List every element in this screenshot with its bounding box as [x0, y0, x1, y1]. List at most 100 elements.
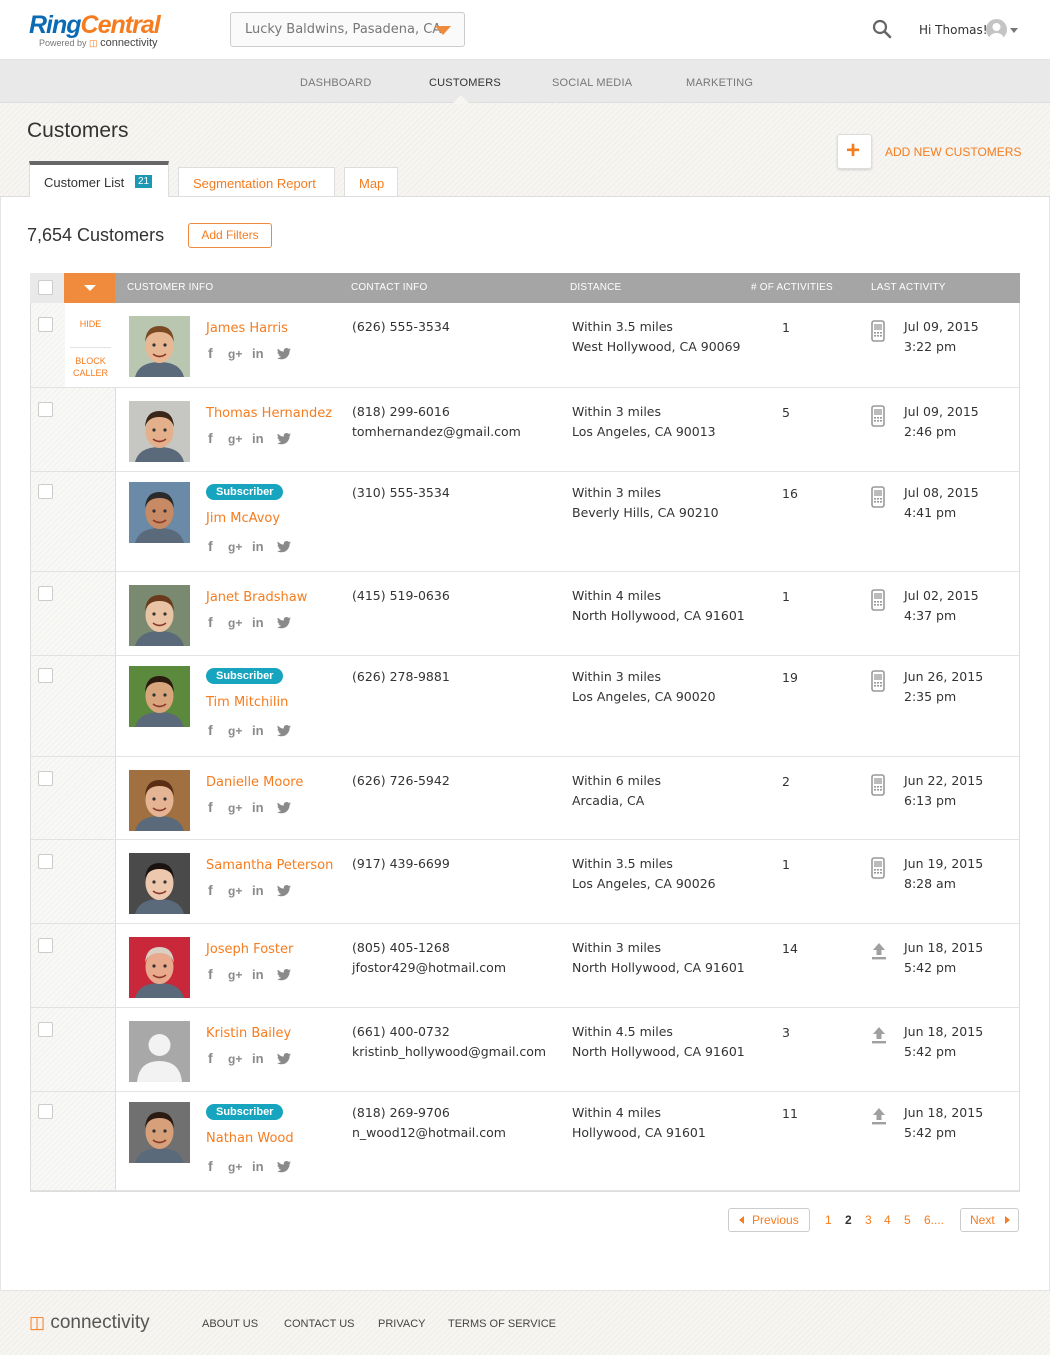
row-checkbox[interactable]	[38, 668, 53, 683]
customer-name[interactable]: Thomas Hernandez	[206, 406, 332, 421]
row-checkbox[interactable]	[38, 402, 53, 417]
facebook-icon[interactable]: f	[208, 430, 213, 446]
phone-number[interactable]: (626) 555-3534	[352, 317, 450, 337]
google-plus-icon[interactable]: g+	[228, 1160, 242, 1174]
twitter-icon[interactable]	[277, 432, 291, 448]
table-row[interactable]: Janet Bradshaw f g+ in (415) 519-0636 Wi…	[31, 572, 1019, 656]
page-1[interactable]: 1	[825, 1213, 832, 1227]
phone-number[interactable]: (626) 726-5942	[352, 771, 450, 791]
customer-name[interactable]: Tim Mitchilin	[206, 695, 288, 710]
email-address[interactable]: tomhernandez@gmail.com	[352, 422, 521, 442]
phone-number[interactable]: (917) 439-6699	[352, 854, 450, 874]
email-address[interactable]: n_wood12@hotmail.com	[352, 1123, 506, 1143]
twitter-icon[interactable]	[277, 884, 291, 900]
footer-contact-us[interactable]: CONTACT US	[284, 1318, 355, 1330]
google-plus-icon[interactable]: g+	[228, 724, 242, 738]
facebook-icon[interactable]: f	[208, 538, 213, 554]
linkedin-icon[interactable]: in	[252, 883, 264, 898]
previous-button[interactable]: Previous	[728, 1208, 810, 1232]
block-caller-button[interactable]: BLOCK CALLER	[65, 355, 116, 379]
search-icon[interactable]	[872, 19, 892, 39]
header-activities[interactable]: # OF ACTIVITIES	[751, 282, 833, 293]
facebook-icon[interactable]: f	[208, 722, 213, 738]
twitter-icon[interactable]	[277, 724, 291, 740]
page-3[interactable]: 3	[865, 1213, 872, 1227]
select-all-checkbox[interactable]	[38, 280, 53, 295]
tab-map[interactable]: Map	[344, 167, 398, 197]
page-4[interactable]: 4	[884, 1213, 891, 1227]
google-plus-icon[interactable]: g+	[228, 347, 242, 361]
nav-customers[interactable]: CUSTOMERS	[429, 77, 501, 89]
customer-photo[interactable]	[129, 937, 190, 998]
twitter-icon[interactable]	[277, 968, 291, 984]
email-address[interactable]: kristinb_hollywood@gmail.com	[352, 1042, 546, 1062]
customer-photo[interactable]	[129, 316, 190, 377]
facebook-icon[interactable]: f	[208, 345, 213, 361]
google-plus-icon[interactable]: g+	[228, 1052, 242, 1066]
page-5[interactable]: 5	[904, 1213, 911, 1227]
facebook-icon[interactable]: f	[208, 882, 213, 898]
footer-terms[interactable]: TERMS OF SERVICE	[448, 1318, 556, 1330]
nav-social-media[interactable]: SOCIAL MEDIA	[552, 77, 632, 89]
twitter-icon[interactable]	[277, 347, 291, 363]
avatar-placeholder[interactable]	[129, 1021, 190, 1082]
table-row[interactable]: Subscriber Nathan Wood f g+ in (818) 269-…	[31, 1092, 1019, 1191]
phone-number[interactable]: (661) 400-0732	[352, 1022, 546, 1042]
customer-photo[interactable]	[129, 585, 190, 646]
email-address[interactable]: jfostor429@hotmail.com	[352, 958, 506, 978]
phone-number[interactable]: (626) 278-9881	[352, 667, 450, 687]
add-customer-button[interactable]: +	[837, 134, 872, 169]
linkedin-icon[interactable]: in	[252, 1159, 264, 1174]
google-plus-icon[interactable]: g+	[228, 884, 242, 898]
table-row[interactable]: HIDE BLOCK CALLER James Harris f g+ in (6…	[31, 303, 1019, 388]
phone-number[interactable]: (415) 519-0636	[352, 586, 450, 606]
add-filters-button[interactable]: Add Filters	[188, 223, 272, 248]
customer-photo[interactable]	[129, 666, 190, 727]
tab-segmentation-report[interactable]: Segmentation Report	[178, 167, 335, 197]
customer-name[interactable]: Nathan Wood	[206, 1131, 294, 1146]
next-button[interactable]: Next	[960, 1208, 1019, 1232]
customer-name[interactable]: Samantha Peterson	[206, 858, 333, 873]
page-2[interactable]: 2	[845, 1213, 852, 1227]
table-row[interactable]: Samantha Peterson f g+ in (917) 439-6699…	[31, 840, 1019, 924]
google-plus-icon[interactable]: g+	[228, 801, 242, 815]
customer-name[interactable]: Janet Bradshaw	[206, 590, 307, 605]
linkedin-icon[interactable]: in	[252, 346, 264, 361]
twitter-icon[interactable]	[277, 540, 291, 556]
tab-customer-list[interactable]: Customer List 21	[29, 161, 169, 197]
table-row[interactable]: Subscriber Tim Mitchilin f g+ in (626) 27…	[31, 656, 1019, 757]
customer-photo[interactable]	[129, 401, 190, 462]
customer-photo[interactable]	[129, 1102, 190, 1163]
page-more[interactable]: 6....	[924, 1213, 944, 1227]
chevron-down-icon[interactable]	[1010, 28, 1018, 33]
customer-name[interactable]: Kristin Bailey	[206, 1026, 291, 1041]
customer-photo[interactable]	[129, 482, 190, 543]
row-checkbox[interactable]	[38, 586, 53, 601]
customer-name[interactable]: Danielle Moore	[206, 775, 303, 790]
google-plus-icon[interactable]: g+	[228, 540, 242, 554]
row-checkbox[interactable]	[38, 771, 53, 786]
nav-marketing[interactable]: MARKETING	[686, 77, 753, 89]
table-row[interactable]: Joseph Foster f g+ in (805) 405-1268 jfo…	[31, 924, 1019, 1008]
customer-name[interactable]: James Harris	[206, 321, 288, 336]
twitter-icon[interactable]	[277, 1052, 291, 1068]
row-checkbox[interactable]	[38, 938, 53, 953]
row-checkbox[interactable]	[38, 854, 53, 869]
phone-number[interactable]: (818) 299-6016	[352, 402, 521, 422]
google-plus-icon[interactable]: g+	[228, 432, 242, 446]
header-contact-info[interactable]: CONTACT INFO	[351, 282, 427, 293]
twitter-icon[interactable]	[277, 616, 291, 632]
hide-button[interactable]: HIDE	[65, 319, 116, 329]
linkedin-icon[interactable]: in	[252, 539, 264, 554]
phone-number[interactable]: (310) 555-3534	[352, 483, 450, 503]
location-select[interactable]: Lucky Baldwins, Pasadena, CA	[230, 12, 465, 47]
row-checkbox[interactable]	[38, 484, 53, 499]
google-plus-icon[interactable]: g+	[228, 616, 242, 630]
linkedin-icon[interactable]: in	[252, 723, 264, 738]
facebook-icon[interactable]: f	[208, 1050, 213, 1066]
header-distance[interactable]: DISTANCE	[570, 282, 621, 293]
footer-about-us[interactable]: ABOUT US	[202, 1318, 258, 1330]
user-greeting[interactable]: Hi Thomas!	[919, 23, 988, 37]
customer-photo[interactable]	[129, 853, 190, 914]
linkedin-icon[interactable]: in	[252, 1051, 264, 1066]
